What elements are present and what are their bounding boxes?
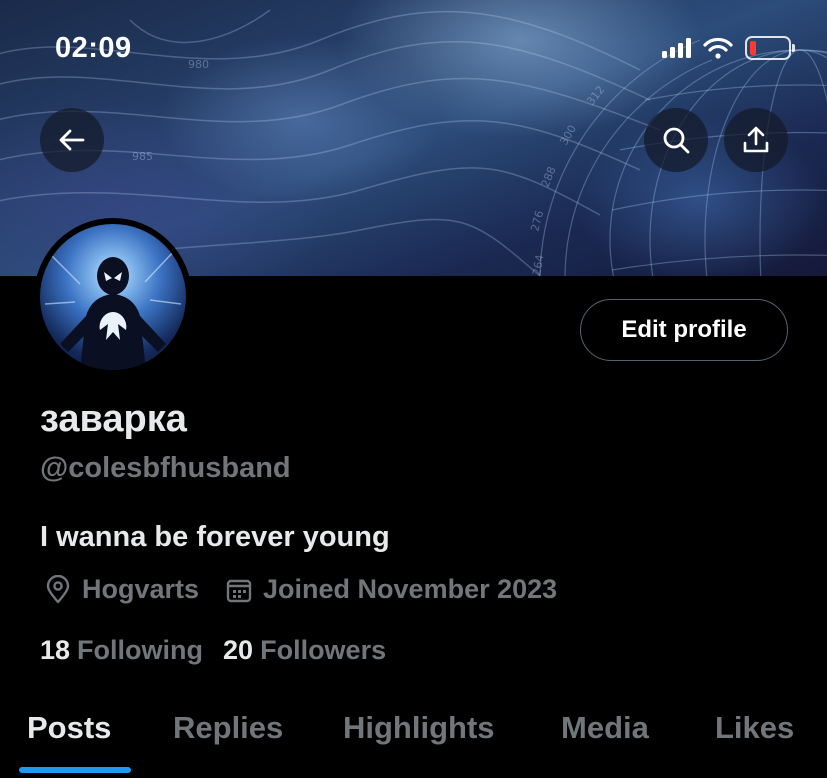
svg-text:980: 980 [188,58,209,71]
tab-highlights[interactable]: Highlights [343,710,495,746]
cellular-signal-icon [662,38,691,58]
display-name: заварка [40,398,187,440]
back-arrow-icon [59,129,85,151]
join-date-text: Joined November 2023 [263,574,558,604]
svg-text:264: 264 [530,254,546,276]
join-date: Joined November 2023 [225,574,557,605]
location-text: Hogvarts [82,574,200,604]
search-button[interactable] [644,108,708,172]
profile-bio: I wanna be forever young [40,521,390,553]
tab-posts[interactable]: Posts [27,710,111,746]
search-icon [663,127,690,154]
edit-profile-button[interactable]: Edit profile [580,299,788,361]
status-icons [662,36,795,60]
calendar-icon [226,579,252,602]
following-link[interactable]: 18 Following [40,635,203,666]
location: Hogvarts [44,574,199,605]
profile-meta: Hogvarts Joined November 2023 [44,574,557,605]
battery-icon [745,36,795,60]
svg-text:276: 276 [528,209,546,233]
tab-replies[interactable]: Replies [173,710,283,746]
avatar-image [40,224,186,370]
profile-tabs: Posts Replies Highlights Media Likes [0,700,827,778]
username-handle: @colesbfhusband [40,452,291,484]
location-pin-icon [46,574,70,603]
avatar[interactable] [34,218,192,376]
followers-link[interactable]: 20 Followers [223,635,386,666]
following-count: 18 [40,635,71,665]
status-time: 02:09 [55,32,132,64]
followers-count: 20 [223,635,254,665]
svg-text:300: 300 [557,123,579,148]
tab-media[interactable]: Media [561,710,649,746]
svg-text:985: 985 [132,150,153,163]
tab-likes[interactable]: Likes [715,710,794,746]
share-button[interactable] [724,108,788,172]
wifi-icon [703,37,733,59]
active-tab-indicator [19,767,131,773]
followers-label: Followers [260,635,387,665]
svg-text:288: 288 [539,165,559,189]
following-label: Following [77,635,204,665]
follow-counts: 18 Following 20 Followers [40,635,386,666]
back-button[interactable] [40,108,104,172]
svg-text:312: 312 [584,83,607,108]
share-icon [743,126,769,153]
